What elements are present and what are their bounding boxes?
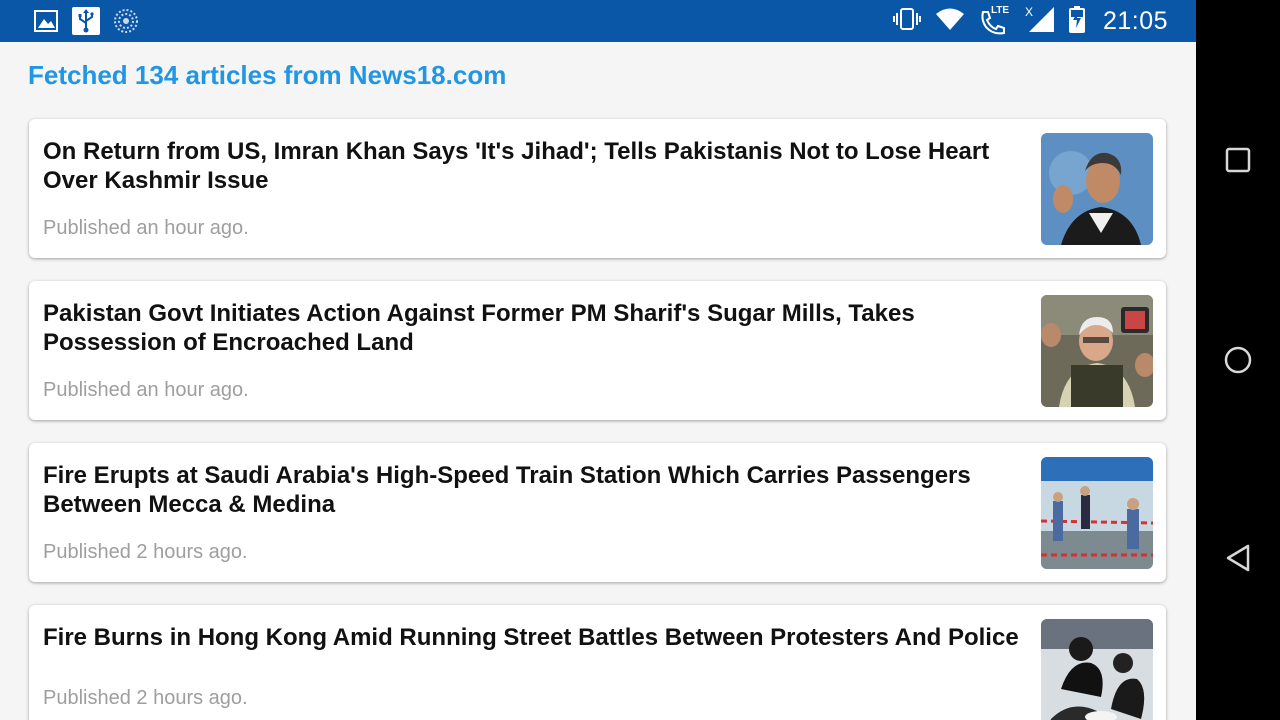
vibrate-icon (892, 7, 921, 36)
battery-charging-icon (1068, 5, 1085, 38)
article-card[interactable]: Fire Burns in Hong Kong Amid Running Str… (29, 605, 1166, 720)
article-thumbnail (1041, 295, 1153, 407)
volte-call-icon: LTE (979, 5, 1011, 35)
article-title: Fire Erupts at Saudi Arabia's High-Speed… (43, 462, 971, 518)
back-icon[interactable] (1218, 538, 1258, 578)
navigation-bar (1196, 0, 1280, 720)
loading-icon (112, 7, 140, 35)
article-thumbnail (1041, 133, 1153, 245)
fetch-status-title: Fetched 134 articles from News18.com (28, 60, 507, 90)
clock: 21:05 (1102, 6, 1168, 35)
article-published-time: Published an hour ago. (43, 217, 249, 239)
article-published-time: Published 2 hours ago. (43, 541, 248, 563)
usb-icon (72, 7, 100, 35)
article-title: Pakistan Govt Initiates Action Against F… (43, 300, 915, 356)
recents-icon[interactable] (1218, 140, 1258, 180)
app-screen: LTE X 21:05 Fetched 134 articles from Ne… (0, 0, 1196, 720)
home-icon[interactable] (1218, 340, 1258, 380)
signal-icon: X (1025, 5, 1055, 38)
article-thumbnail (1041, 619, 1153, 720)
article-card[interactable]: On Return from US, Imran Khan Says 'It's… (29, 119, 1166, 258)
article-title: Fire Burns in Hong Kong Amid Running Str… (43, 624, 1019, 651)
lte-label: LTE (990, 5, 1010, 16)
article-card[interactable]: Pakistan Govt Initiates Action Against F… (29, 281, 1166, 420)
article-card[interactable]: Fire Erupts at Saudi Arabia's High-Speed… (29, 443, 1166, 582)
image-icon (32, 7, 60, 35)
article-thumbnail (1041, 457, 1153, 569)
article-published-time: Published an hour ago. (43, 379, 249, 401)
article-title: On Return from US, Imran Khan Says 'It's… (43, 138, 990, 194)
wifi-icon (935, 7, 965, 36)
svg-text:X: X (1025, 5, 1033, 19)
article-published-time: Published 2 hours ago. (43, 687, 248, 709)
status-bar: LTE X 21:05 (0, 0, 1196, 42)
